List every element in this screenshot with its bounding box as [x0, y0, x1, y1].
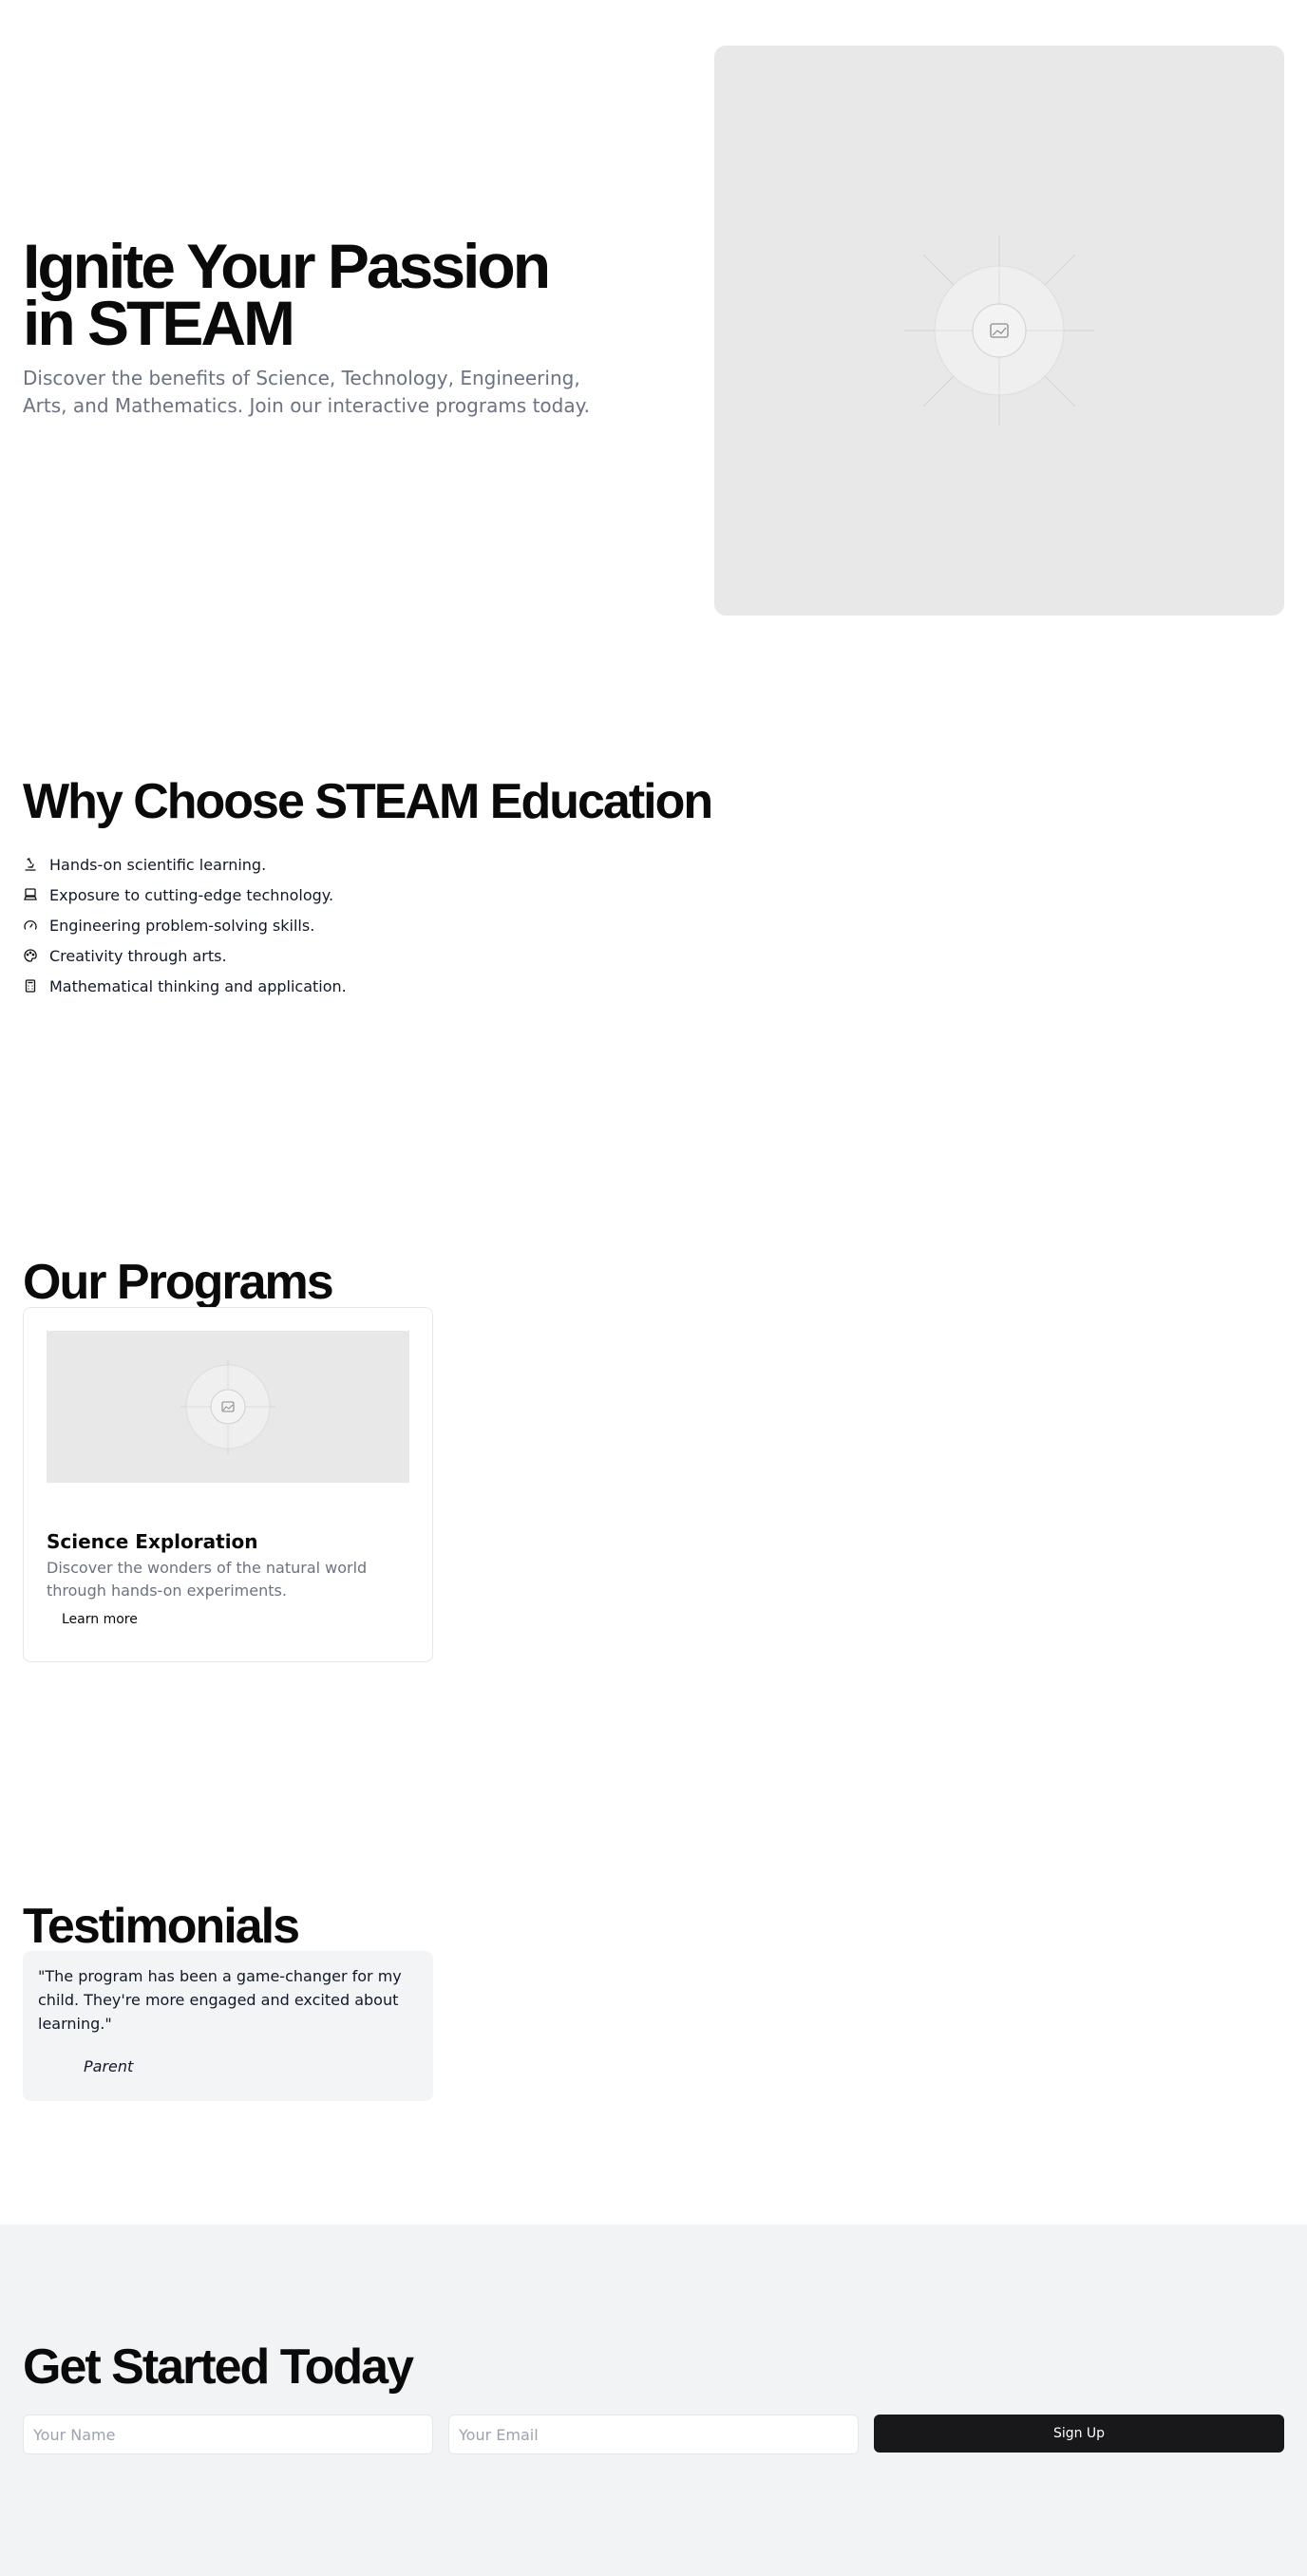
hero-title: Ignite Your Passion in STEAM — [23, 231, 551, 358]
list-item: Mathematical thinking and application. — [23, 971, 1284, 1001]
program-description: Discover the wonders of the natural worl… — [47, 1559, 368, 1600]
programs-title: Our Programs — [23, 1255, 334, 1310]
cta-section: Get Started Today Sign Up — [0, 2225, 1307, 2576]
hero-image-placeholder — [714, 46, 1284, 616]
cta-title: Get Started Today — [23, 2339, 414, 2395]
microscope-icon — [25, 858, 36, 871]
why-section: Why Choose STEAM Education Hands-on scie… — [23, 773, 1284, 1001]
why-title: Why Choose STEAM Education — [23, 774, 713, 829]
list-item: Exposure to cutting-edge technology. — [23, 880, 1284, 910]
email-field[interactable] — [448, 2415, 859, 2454]
name-field[interactable] — [23, 2415, 433, 2454]
learn-more-link[interactable]: Learn more — [47, 1602, 153, 1637]
image-placeholder-icon — [180, 1359, 275, 1454]
hero-section: Ignite Your Passion in STEAM Discover th… — [0, 0, 1307, 661]
feature-list: Hands-on scientific learning. Exposure t… — [23, 849, 1284, 1001]
palette-icon — [24, 949, 37, 962]
list-item: Hands-on scientific learning. — [23, 849, 1284, 880]
list-item: Engineering problem-solving skills. — [23, 910, 1284, 940]
testimonial-author: Parent — [84, 2057, 134, 2075]
feature-label: Exposure to cutting-edge technology. — [49, 885, 334, 904]
calculator-icon — [25, 979, 36, 993]
gauge-icon — [24, 919, 37, 930]
program-image-placeholder — [47, 1331, 409, 1483]
sign-up-button[interactable]: Sign Up — [874, 2415, 1284, 2453]
feature-label: Engineering problem-solving skills. — [49, 916, 315, 935]
program-title: Science Exploration — [47, 1530, 258, 1553]
list-item: Creativity through arts. — [23, 940, 1284, 971]
program-card: Science Exploration Discover the wonders… — [23, 1307, 433, 1662]
testimonial-quote: "The program has been a game-changer for… — [38, 1967, 402, 2033]
hero-subtitle: Discover the benefits of Science, Techno… — [23, 367, 590, 417]
feature-label: Hands-on scientific learning. — [49, 855, 267, 874]
computer-icon — [24, 888, 37, 900]
hero-text: Ignite Your Passion in STEAM Discover th… — [23, 231, 612, 420]
programs-section: Our Programs Science Exploration Discove… — [23, 1254, 1284, 1662]
testimonials-section: Testimonials "The program has been a gam… — [23, 1898, 1284, 2101]
feature-label: Mathematical thinking and application. — [49, 976, 347, 995]
feature-label: Creativity through arts. — [49, 946, 227, 965]
image-placeholder-icon — [904, 236, 1094, 426]
testimonials-title: Testimonials — [23, 1899, 300, 1954]
signup-form: Sign Up — [23, 2415, 1284, 2454]
testimonial-card: "The program has been a game-changer for… — [23, 1951, 433, 2101]
